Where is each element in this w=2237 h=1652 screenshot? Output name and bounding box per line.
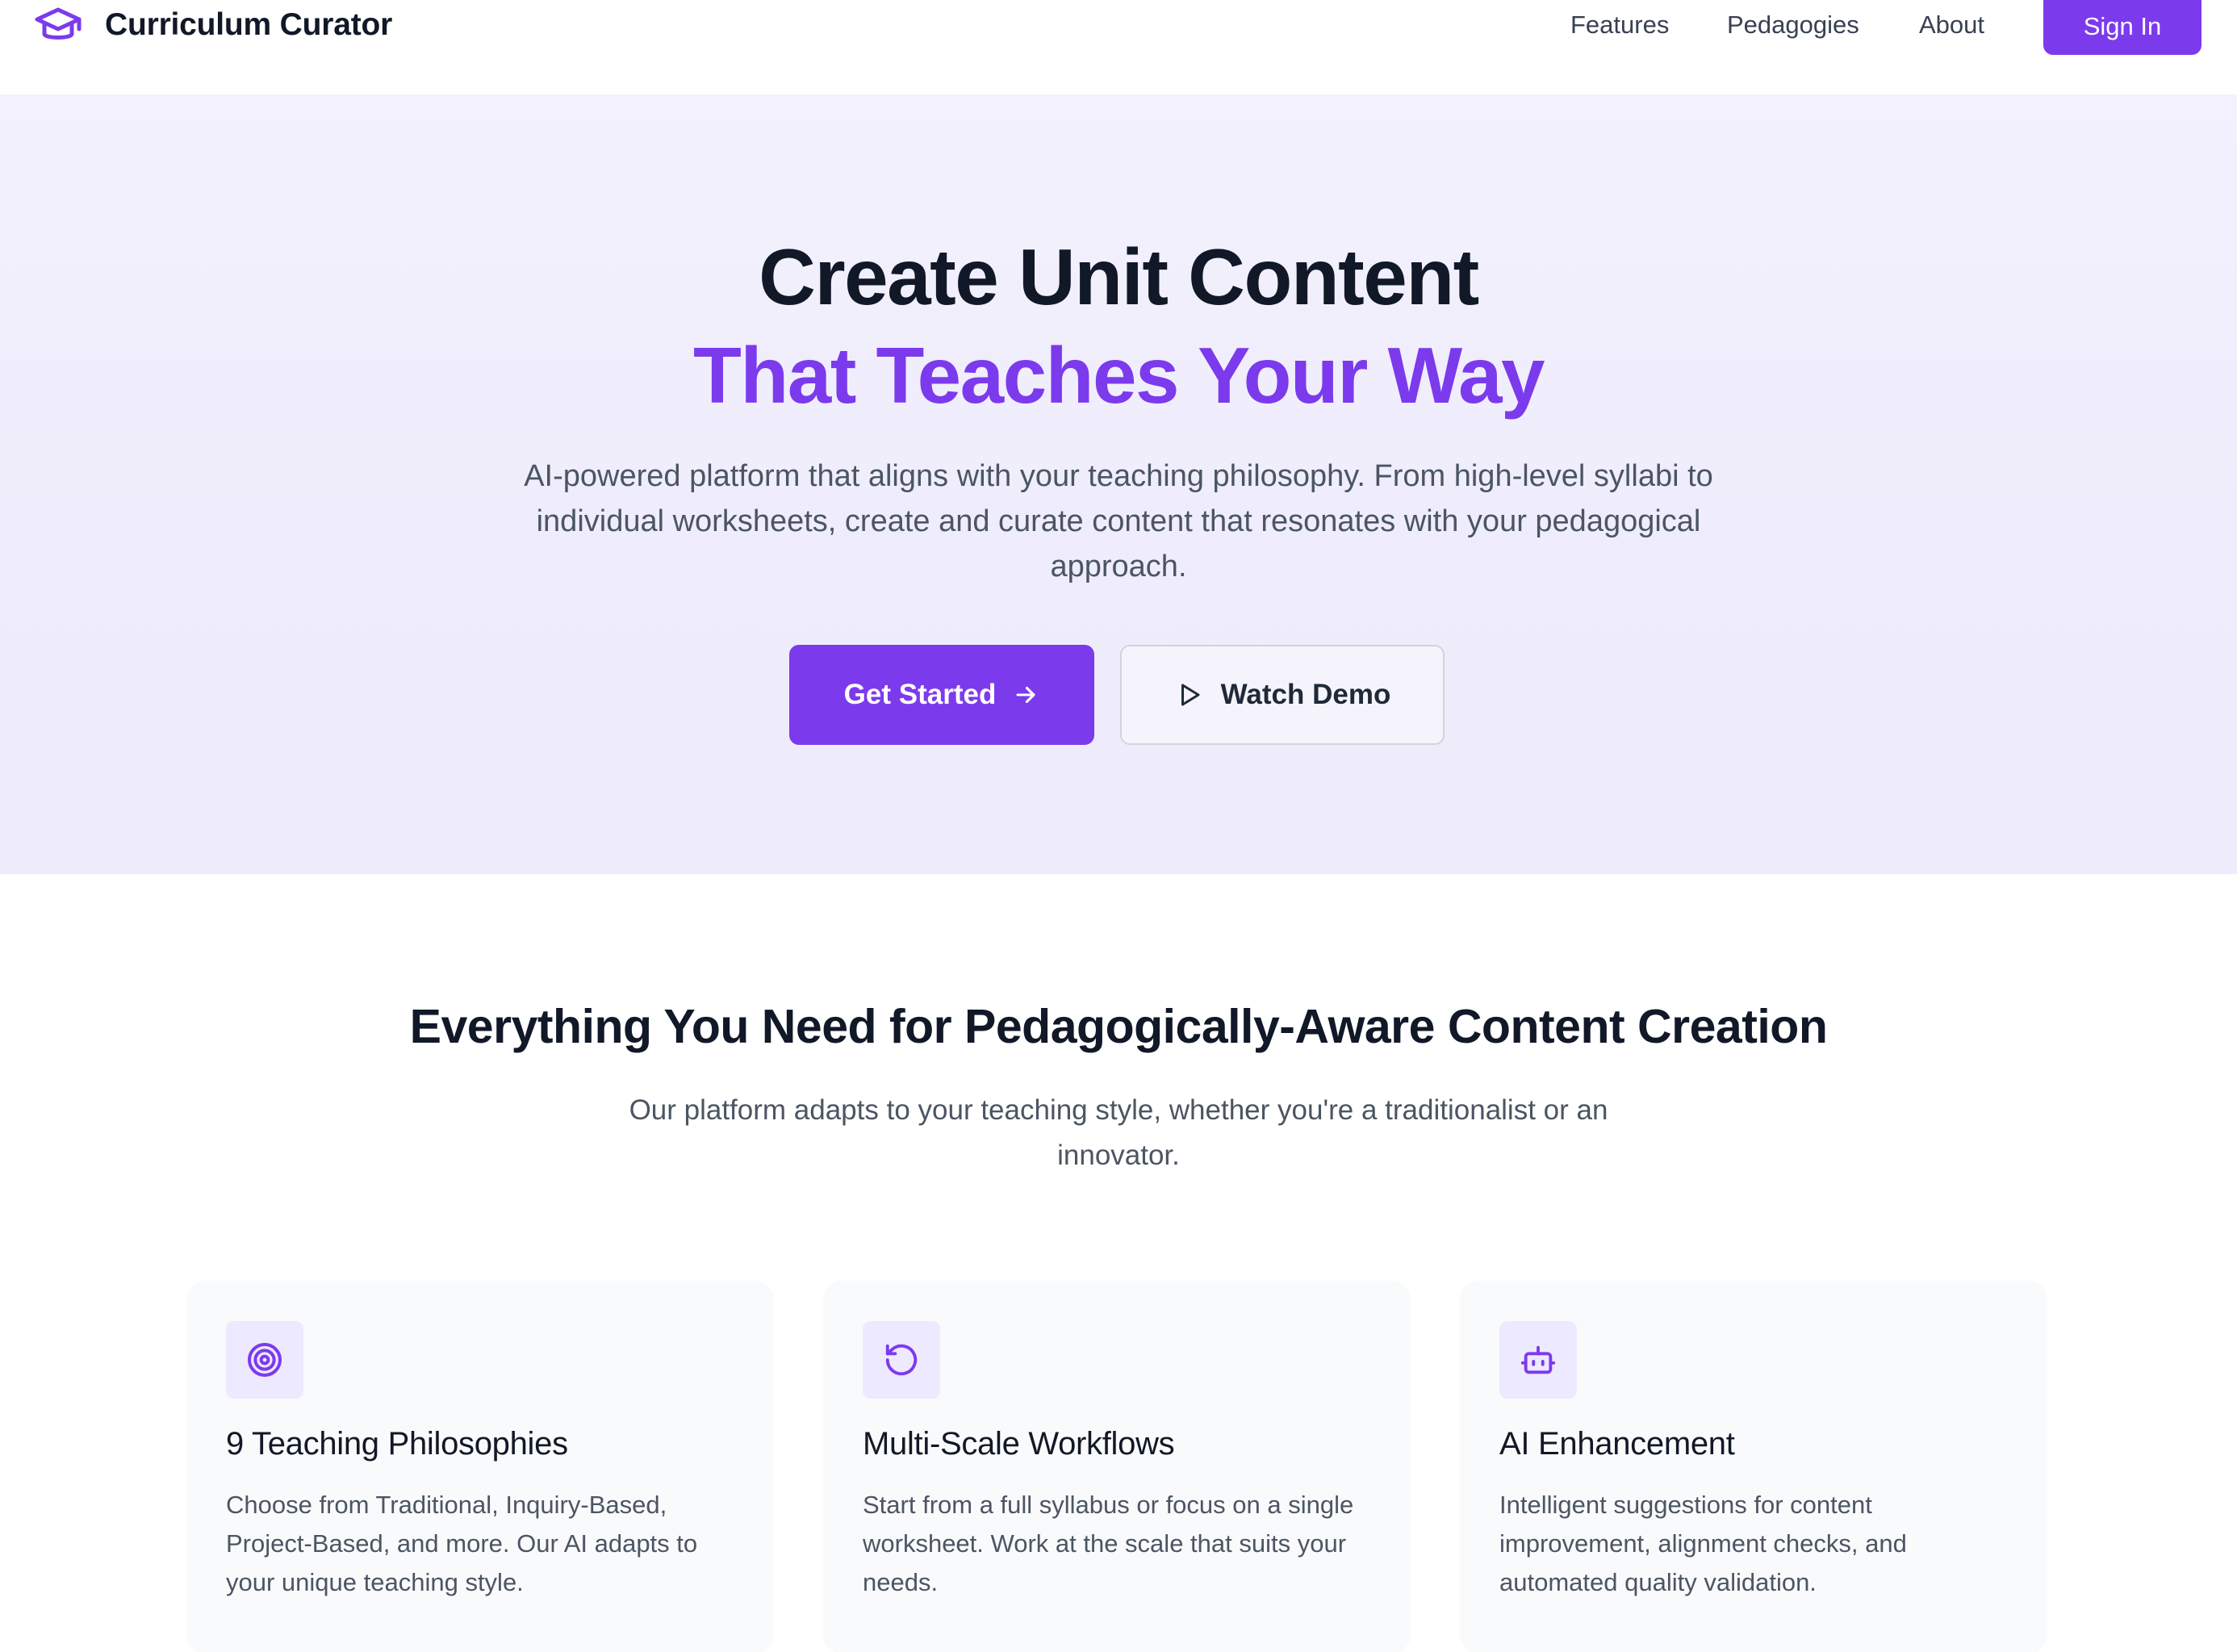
graduation-cap-icon	[35, 7, 82, 40]
watch-demo-label: Watch Demo	[1220, 679, 1391, 710]
brand-logo-link[interactable]: Curriculum Curator	[32, 0, 392, 50]
target-icon	[248, 1343, 282, 1377]
hero-title-line1: Create Unit Content	[759, 232, 1479, 321]
brand-name: Curriculum Curator	[105, 7, 393, 42]
card-text: Start from a full syllabus or focus on a…	[863, 1491, 1354, 1596]
feature-card-workflows: Multi-Scale Workflows Start from a full …	[824, 1281, 1410, 1652]
nav-link-about[interactable]: About	[1919, 0, 1984, 50]
card-title: AI Enhancement	[1499, 1426, 1735, 1462]
card-title: 9 Teaching Philosophies	[226, 1426, 568, 1462]
hero-section: Create Unit Content That Teaches Your Wa…	[0, 94, 2237, 874]
hero-title-line2: That Teaches Your Way	[692, 331, 1545, 420]
play-icon	[1181, 684, 1200, 706]
card-text: Choose from Traditional, Inquiry-Based, …	[226, 1491, 698, 1596]
card-icon-badge	[1499, 1321, 1577, 1399]
bot-icon	[1520, 1345, 1556, 1374]
hero-description: AI-powered platform that aligns with you…	[524, 459, 1713, 583]
feature-card-philosophies: 9 Teaching Philosophies Choose from Trad…	[187, 1281, 773, 1652]
feature-card-ai: AI Enhancement Intelligent suggestions f…	[1461, 1281, 2047, 1652]
sign-in-button[interactable]: Sign In	[2043, 0, 2201, 55]
nav-link-features[interactable]: Features	[1570, 0, 1669, 50]
get-started-label: Get Started	[843, 679, 997, 710]
top-navbar: Curriculum Curator Features Pedagogies A…	[0, 0, 2237, 94]
get-started-button[interactable]: Get Started	[789, 645, 1094, 745]
arrow-right-icon	[1016, 686, 1035, 704]
nav-link-pedagogies[interactable]: Pedagogies	[1727, 0, 1859, 50]
card-text: Intelligent suggestions for content impr…	[1499, 1491, 1907, 1596]
card-icon-badge	[226, 1321, 303, 1399]
card-title: Multi-Scale Workflows	[863, 1426, 1175, 1462]
features-subtitle: Our platform adapts to your teaching sty…	[629, 1094, 1608, 1171]
rotate-ccw-icon	[885, 1344, 918, 1376]
watch-demo-button[interactable]: Watch Demo	[1120, 645, 1445, 745]
card-icon-badge	[863, 1321, 940, 1399]
features-title: Everything You Need for Pedagogically-Aw…	[409, 1000, 1828, 1053]
